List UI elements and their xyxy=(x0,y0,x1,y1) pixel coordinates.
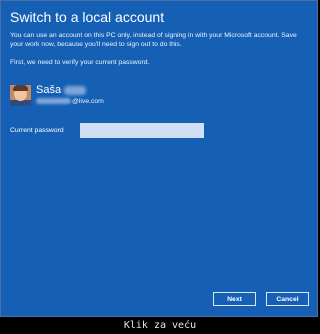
dialog-title: Switch to a local account xyxy=(10,9,165,25)
account-first-name: Saša xyxy=(36,84,62,96)
account-name: Saša xyxy=(36,84,87,96)
intro-text: You can use an account on this PC only, … xyxy=(10,32,297,48)
cancel-button[interactable]: Cancel xyxy=(266,292,309,306)
avatar xyxy=(10,85,31,106)
redacted-surname xyxy=(64,85,87,95)
account-email: @live.com xyxy=(36,98,104,105)
image-caption[interactable]: Klik za veću xyxy=(0,318,320,334)
email-domain: @live.com xyxy=(72,98,104,105)
current-password-label: Current password xyxy=(10,127,64,134)
current-password-input[interactable] xyxy=(80,123,204,138)
avatar-hair xyxy=(13,85,28,91)
redacted-email-user xyxy=(36,98,71,105)
verify-instruction: First, we need to verify your current pa… xyxy=(10,59,150,66)
next-button[interactable]: Next xyxy=(213,292,256,306)
switch-account-dialog: Switch to a local account You can use an… xyxy=(0,0,318,317)
